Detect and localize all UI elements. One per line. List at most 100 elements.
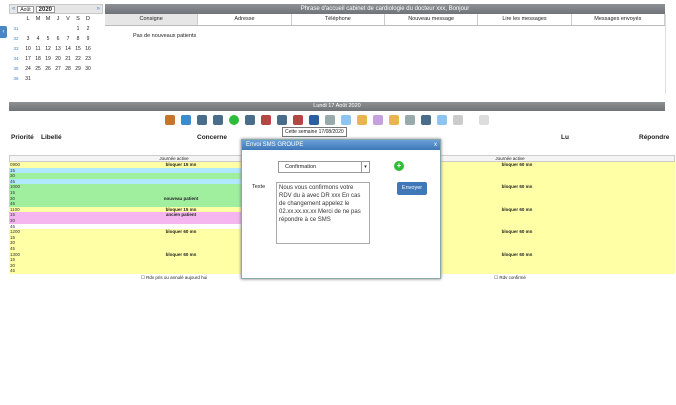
template-value: Confirmation: [285, 164, 317, 170]
globe-icon[interactable]: [437, 115, 447, 125]
prev-month-icon[interactable]: «: [12, 6, 15, 12]
year-select[interactable]: 2020: [35, 5, 55, 13]
calendar-icon[interactable]: [277, 115, 287, 125]
calendar-day[interactable]: 29: [73, 64, 83, 74]
close-icon[interactable]: x: [434, 140, 437, 150]
mail-icon[interactable]: [341, 115, 351, 125]
calendar-day[interactable]: 2: [83, 24, 93, 34]
calendar-day[interactable]: 17: [23, 54, 33, 64]
calendar-day[interactable]: [63, 74, 73, 84]
week-number[interactable]: 32: [9, 34, 23, 44]
calendar-day[interactable]: 18: [33, 54, 43, 64]
save-icon[interactable]: [309, 115, 319, 125]
scrollbar[interactable]: [665, 14, 672, 94]
day-title: Lundi 17 Août 2020: [9, 102, 665, 111]
calendar-week-row: 34 17 18 19 20 21 22 23: [9, 54, 103, 64]
calendar-day[interactable]: 10: [23, 44, 33, 54]
calendar-day[interactable]: 4: [33, 34, 43, 44]
calendar-day[interactable]: [23, 24, 33, 34]
tab-messages-envoyes[interactable]: Messages envoyés: [572, 14, 665, 25]
tab-nouveau-message[interactable]: Nouveau message: [385, 14, 479, 25]
col-lu: Lu: [561, 134, 569, 141]
edit-icon[interactable]: [373, 115, 383, 125]
tools-icon[interactable]: [325, 115, 335, 125]
calendar-day[interactable]: 6: [53, 34, 63, 44]
calendar-day[interactable]: 30: [83, 64, 93, 74]
week-number[interactable]: 36: [9, 74, 23, 84]
calendar-day[interactable]: 14: [63, 44, 73, 54]
tab-consigne[interactable]: Consigne: [105, 14, 199, 25]
add-icon[interactable]: [229, 115, 239, 125]
tab-telephone[interactable]: Téléphone: [292, 14, 385, 25]
calendar-day[interactable]: 15: [73, 44, 83, 54]
add-template-button[interactable]: +: [394, 161, 404, 171]
calendar-day[interactable]: 8: [73, 34, 83, 44]
calendar-day[interactable]: [73, 74, 83, 84]
calendar-week-row: 35 24 25 26 27 28 29 30: [9, 64, 103, 74]
next-month-icon[interactable]: »: [97, 6, 100, 12]
calendar-day[interactable]: [63, 24, 73, 34]
calendar-icon[interactable]: [245, 115, 255, 125]
print-icon[interactable]: [165, 115, 175, 125]
calendar-day[interactable]: 28: [63, 64, 73, 74]
slot-time: 45: [10, 268, 16, 274]
message-textarea[interactable]: Nous vous confirmons votre RDV du à avec…: [276, 182, 370, 244]
side-panel-toggle[interactable]: ‹: [0, 26, 7, 38]
calendar-day[interactable]: 21: [63, 54, 73, 64]
calendar-day[interactable]: 12: [43, 44, 53, 54]
col-libelle: Libellé: [41, 134, 62, 141]
calendar-day[interactable]: 25: [33, 64, 43, 74]
calendar-day[interactable]: 5: [43, 34, 53, 44]
calendar-day[interactable]: 13: [53, 44, 63, 54]
day-name: M: [35, 16, 41, 22]
tab-lire-messages[interactable]: Lire les messages: [478, 14, 572, 25]
template-select[interactable]: Confirmation ▾: [278, 161, 370, 173]
calendar-day[interactable]: 16: [83, 44, 93, 54]
week-number[interactable]: 34: [9, 54, 23, 64]
calendar-day[interactable]: 11: [33, 44, 43, 54]
week-number[interactable]: 35: [9, 64, 23, 74]
calendar-day[interactable]: 1: [73, 24, 83, 34]
calendar-day[interactable]: 3: [23, 34, 33, 44]
calendar-day[interactable]: 20: [53, 54, 63, 64]
calendar-day[interactable]: 23: [83, 54, 93, 64]
week-icon[interactable]: [261, 115, 271, 125]
calendar-day[interactable]: 31: [23, 74, 33, 84]
notepad-icon[interactable]: [479, 115, 489, 125]
week-number[interactable]: 33: [9, 44, 23, 54]
modal-title-text: Envoi SMS GROUPE: [246, 142, 304, 148]
calendar-day[interactable]: 22: [73, 54, 83, 64]
calendar-day[interactable]: 7: [63, 34, 73, 44]
calendar-day[interactable]: [53, 74, 63, 84]
calendar-day[interactable]: [33, 24, 43, 34]
day-name: L: [26, 16, 30, 22]
calendar-icon[interactable]: [213, 115, 223, 125]
texte-label: Texte: [252, 184, 266, 190]
lock-icon[interactable]: [389, 115, 399, 125]
settings-icon[interactable]: [405, 115, 415, 125]
calendar-icon[interactable]: [293, 115, 303, 125]
calendar-day[interactable]: 9: [83, 34, 93, 44]
calendar-day[interactable]: 26: [43, 64, 53, 74]
send-button[interactable]: Envoyer: [397, 182, 427, 195]
calendar-day[interactable]: 27: [53, 64, 63, 74]
modal-title: Envoi SMS GROUPE x: [242, 140, 440, 150]
calendar-icon[interactable]: [421, 115, 431, 125]
user-icon[interactable]: [357, 115, 367, 125]
chevron-down-icon[interactable]: ▾: [361, 162, 369, 172]
check-icon[interactable]: [453, 115, 463, 125]
tab-adresse[interactable]: Adresse: [198, 14, 292, 25]
week-number[interactable]: 31: [9, 24, 23, 34]
calendar-day[interactable]: [43, 74, 53, 84]
calendar-day[interactable]: 19: [43, 54, 53, 64]
toolbar: [165, 113, 489, 127]
calendar-day[interactable]: [83, 74, 93, 84]
month-select[interactable]: Août: [17, 5, 34, 13]
calendar-day[interactable]: [43, 24, 53, 34]
picture-icon[interactable]: [181, 115, 191, 125]
calendar-day[interactable]: 24: [23, 64, 33, 74]
message-tabs: Consigne Adresse Téléphone Nouveau messa…: [105, 14, 665, 26]
calendar-day[interactable]: [53, 24, 63, 34]
calendar-icon[interactable]: [197, 115, 207, 125]
calendar-day[interactable]: [33, 74, 43, 84]
